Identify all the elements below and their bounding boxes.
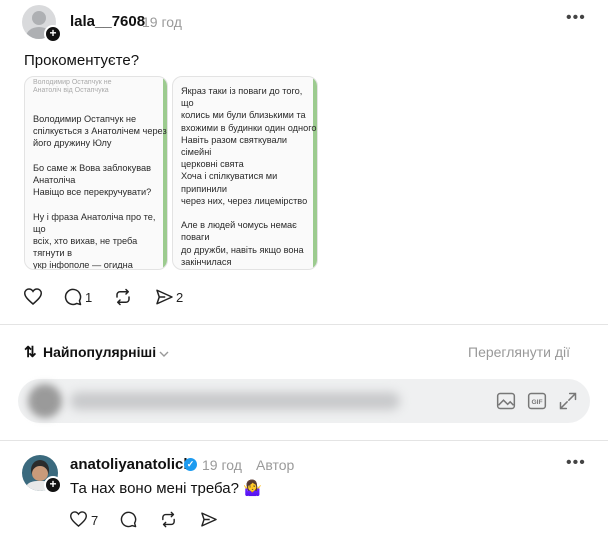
- sort-dropdown-label[interactable]: Найпопулярніші: [43, 344, 156, 360]
- comment-like-count: 7: [91, 513, 99, 528]
- image-text-line: закінчилася: [181, 256, 232, 267]
- comment-count: 1: [85, 290, 93, 305]
- image-text-line: до дружби, навіть якщо вона: [181, 244, 304, 255]
- image-text-line: Ну і фраза Анатоліча про те, що: [33, 211, 156, 234]
- comment-text: Та нах воно мені треба? 🤷‍♀️: [70, 480, 262, 497]
- repost-icon[interactable]: [160, 511, 177, 528]
- comment-timestamp[interactable]: 19 год: [202, 457, 242, 473]
- divider: [0, 324, 608, 325]
- post-image-right[interactable]: Якраз таки із поваги до того, що колись м…: [172, 76, 318, 270]
- share-send-icon[interactable]: [155, 288, 174, 306]
- share-send-icon[interactable]: [200, 511, 218, 528]
- image-text-line: спілкується з Анатолічем через: [33, 126, 167, 137]
- image-text-line: Хоча і спілкуватися ми припинили: [181, 171, 278, 194]
- like-heart-icon[interactable]: [24, 288, 42, 305]
- post-text: Прокоментуєте?: [24, 52, 140, 69]
- image-text-line: церковні свята: [181, 159, 244, 170]
- image-text-line: Але в людей чомусь немає поваги: [181, 220, 297, 243]
- image-text-line: через них, через лицемірство: [181, 195, 308, 206]
- divider: [0, 440, 608, 441]
- image-text-line: [33, 198, 167, 210]
- comment-author-username[interactable]: anatoliyanatolich: [70, 456, 193, 473]
- post-author-username[interactable]: lala__7608: [70, 13, 145, 30]
- view-activity-link[interactable]: Переглянути дії: [468, 344, 570, 360]
- image-text-line: колись ми були близькими та: [181, 110, 306, 121]
- comment-bubble-icon[interactable]: [64, 288, 82, 306]
- image-text-line: його дружину Юлу: [33, 138, 112, 149]
- follow-plus-icon[interactable]: +: [44, 476, 62, 494]
- repost-icon[interactable]: [114, 288, 132, 306]
- follow-plus-icon[interactable]: +: [44, 25, 62, 43]
- image-text-line: [181, 268, 317, 269]
- more-options-icon[interactable]: •••: [566, 9, 586, 27]
- svg-text:GIF: GIF: [531, 399, 542, 406]
- image-text-line: Якраз таки із поваги до того, що: [181, 86, 303, 109]
- image-text-right: Якраз таки із поваги до того, що колись м…: [181, 85, 317, 269]
- composer-avatar-blurred: [28, 384, 62, 418]
- sort-arrows-icon[interactable]: ⇅: [24, 343, 37, 361]
- post-timestamp[interactable]: 19 год: [142, 14, 182, 30]
- author-badge: Автор: [256, 457, 295, 473]
- post-image-left[interactable]: Володимир Остапчук не Анатоліч від Остапч…: [24, 76, 168, 270]
- image-text-line: [33, 150, 167, 162]
- image-cut-text: Володимир Остапчук не Анатоліч від Остапч…: [33, 79, 112, 94]
- chevron-down-icon[interactable]: [159, 346, 169, 364]
- image-text-line: Бо саме ж Вова заблокував: [33, 162, 151, 173]
- image-text-line: Навіщо все перекручувати?: [33, 187, 152, 198]
- composer-placeholder-blurred[interactable]: [70, 392, 400, 410]
- image-icon[interactable]: [496, 391, 516, 416]
- more-options-icon[interactable]: •••: [566, 454, 586, 472]
- image-text-line: всіх, хто вихав, не треба тягнути в: [33, 236, 138, 259]
- image-text-line: [181, 207, 317, 219]
- verified-badge-icon: ✓: [184, 458, 197, 471]
- gif-icon[interactable]: GIF: [527, 391, 547, 416]
- image-text-line: Анатоліча: [33, 175, 76, 186]
- image-text-left: Володимир Остапчук не спілкується з Анато…: [33, 113, 167, 270]
- image-text-line: Володимир Остапчук не: [33, 114, 137, 124]
- share-count: 2: [176, 290, 184, 305]
- expand-icon[interactable]: [558, 391, 578, 416]
- image-text-line: вхожими в будинки один одного: [181, 122, 317, 133]
- image-text-line: Навіть разом святкували сімейні: [181, 134, 288, 158]
- image-text-line: укр інфополе — огидна: [33, 260, 133, 270]
- comment-bubble-icon[interactable]: [120, 511, 137, 528]
- like-heart-icon[interactable]: [70, 511, 87, 527]
